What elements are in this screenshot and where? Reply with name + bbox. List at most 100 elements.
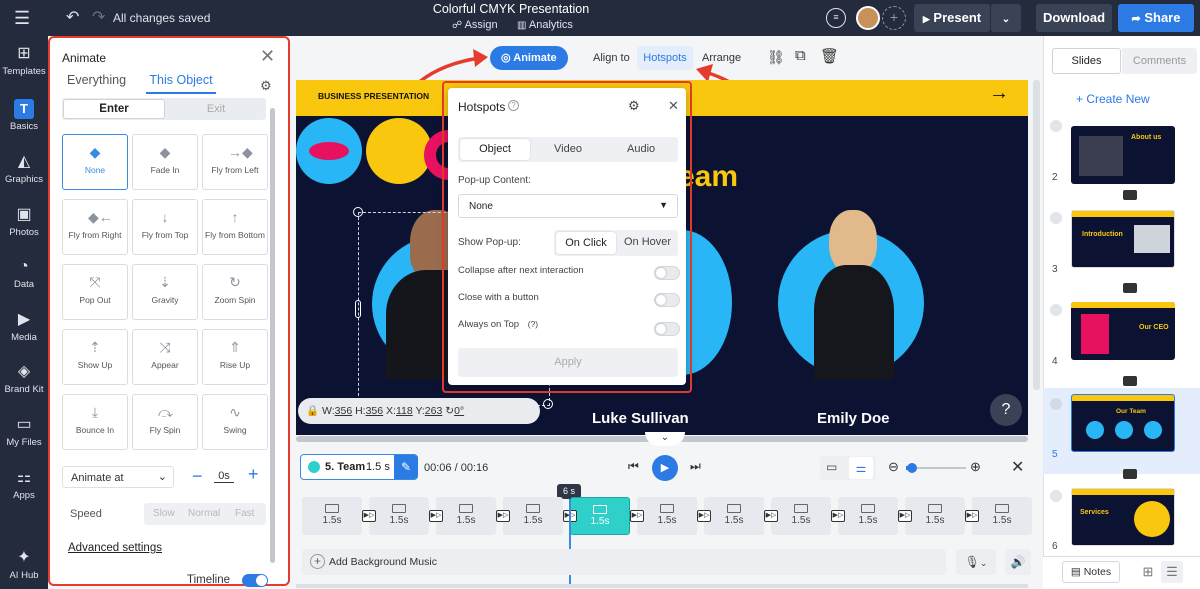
present-button[interactable]: ▶ Present <box>914 4 990 32</box>
rail-item-data[interactable]: ◔ Data <box>0 257 48 290</box>
slide-options-icon[interactable] <box>1050 304 1062 316</box>
timeline-clip[interactable]: 1.5s <box>503 497 563 535</box>
gear-icon[interactable]: ⚙ <box>628 98 640 114</box>
rail-item-my-files[interactable]: ▭ My Files <box>0 415 48 448</box>
slide-options-icon[interactable] <box>1050 212 1062 224</box>
grid-view-icon[interactable]: ⊞ <box>1137 561 1159 583</box>
effect-tile[interactable]: ◆← Fly from Right <box>62 199 128 255</box>
transition-icon[interactable]: ▶▷ <box>362 510 376 522</box>
transition-icon[interactable] <box>1123 283 1137 293</box>
popup-content-select[interactable]: None ▼ <box>458 194 678 218</box>
trash-icon[interactable]: 🗑 <box>820 47 839 65</box>
edit-scene-button[interactable]: ✎ <box>394 455 418 479</box>
tab-everything[interactable]: Everything <box>67 73 126 87</box>
tab-object[interactable]: Object <box>460 139 530 160</box>
effect-tile[interactable]: ∿ Swing <box>202 394 268 450</box>
minus-button[interactable]: − <box>192 466 203 487</box>
transition-icon[interactable]: ▶▷ <box>496 510 510 522</box>
rail-item-media[interactable]: ▶ Media <box>0 310 48 343</box>
rail-item-templates[interactable]: ⊞ Templates <box>0 44 48 77</box>
transition-icon[interactable]: ▶▷ <box>831 510 845 522</box>
timeline-clip[interactable]: 1.5s <box>436 497 496 535</box>
effect-tile[interactable]: ↻ Zoom Spin <box>202 264 268 320</box>
transition-icon[interactable]: ▶▷ <box>630 510 644 522</box>
apply-button[interactable]: Apply <box>458 348 678 377</box>
mode-enter[interactable]: Enter <box>63 99 165 119</box>
transition-icon[interactable]: ▶▷ <box>764 510 778 522</box>
effect-tile[interactable]: ⤨ Appear <box>132 329 198 385</box>
effect-tile[interactable]: ⤼ Fly Spin <box>132 394 198 450</box>
slide-options-icon[interactable] <box>1050 120 1062 132</box>
slide-options-icon[interactable] <box>1050 490 1062 502</box>
document-title[interactable]: Colorful CMYK Presentation <box>400 2 622 16</box>
transition-icon[interactable] <box>1123 376 1137 386</box>
tab-comments[interactable]: Comments <box>1122 48 1197 74</box>
microphone-button[interactable]: 🎙⌄ <box>956 549 996 575</box>
always-on-top-toggle[interactable] <box>654 322 680 336</box>
transition-icon[interactable]: ▶▷ <box>429 510 443 522</box>
speed-normal[interactable]: Normal <box>188 508 220 519</box>
effect-tile[interactable]: →◆ Fly from Left <box>202 134 268 190</box>
rail-item-brand-kit[interactable]: ◈ Brand Kit <box>0 362 48 395</box>
timeline-clip[interactable]: 1.5s <box>637 497 697 535</box>
speed-slow[interactable]: Slow <box>153 508 175 519</box>
avatar[interactable] <box>856 6 880 30</box>
rail-item-graphics[interactable]: ◭ Graphics <box>0 152 48 185</box>
slide-options-icon[interactable] <box>1050 398 1062 410</box>
effect-tile[interactable]: ⇣ Gravity <box>132 264 198 320</box>
x-value[interactable]: 118 <box>396 405 413 417</box>
present-options-button[interactable]: ⌄ <box>991 4 1021 32</box>
transition-icon[interactable]: ▶▷ <box>697 510 711 522</box>
effect-tile[interactable]: ⤧ Pop Out <box>62 264 128 320</box>
timeline-clip[interactable]: 1.5s <box>704 497 764 535</box>
timeline-toggle[interactable] <box>242 574 268 587</box>
tab-this-object[interactable]: This Object <box>146 73 216 94</box>
rail-item-basics[interactable]: T Basics <box>0 99 48 132</box>
zoom-in-icon[interactable]: ⊕ <box>970 459 981 475</box>
panel-scrollbar[interactable] <box>270 108 275 563</box>
info-icon[interactable]: ? <box>508 100 519 111</box>
transition-icon[interactable] <box>1123 469 1137 479</box>
zoom-out-icon[interactable]: ⊖ <box>888 459 899 475</box>
close-timeline-icon[interactable]: ✕ <box>1011 457 1024 477</box>
transition-icon[interactable]: ▶▷ <box>898 510 912 522</box>
close-with-button-toggle[interactable] <box>654 293 680 307</box>
slide-thumbnail[interactable]: Our CEO <box>1071 302 1175 360</box>
resize-handle[interactable] <box>543 399 553 409</box>
transition-icon[interactable] <box>1123 190 1137 200</box>
skip-forward-icon[interactable]: ⏭ <box>690 459 701 474</box>
background-music-bar[interactable]: + Add Background Music <box>302 549 946 575</box>
show-popup-on-click[interactable]: On Click <box>556 232 616 254</box>
timeline-clip[interactable]: 1.5s <box>771 497 831 535</box>
redo-icon[interactable]: ↷ <box>92 0 105 36</box>
comment-icon[interactable]: ≡ <box>826 8 846 28</box>
resize-handle[interactable] <box>353 207 363 217</box>
timeline-view-icon[interactable]: ⚌ <box>849 457 873 479</box>
effect-tile[interactable]: ◆ Fade In <box>132 134 198 190</box>
close-icon[interactable]: ✕ <box>668 98 679 114</box>
width-value[interactable]: 356 <box>335 405 353 417</box>
speed-fast[interactable]: Fast <box>235 508 254 519</box>
close-icon[interactable]: ✕ <box>260 46 275 67</box>
collapse-timeline-icon[interactable]: ⌄ <box>645 432 685 446</box>
zoom-slider-knob[interactable] <box>907 463 917 473</box>
rail-item-apps[interactable]: ⚏ Apps <box>0 468 48 501</box>
tab-video[interactable]: Video <box>554 143 582 155</box>
rail-item-ai-hub[interactable]: ✦ AI Hub <box>0 548 48 581</box>
effect-tile[interactable]: ⤓ Bounce In <box>62 394 128 450</box>
rail-item-photos[interactable]: ▣ Photos <box>0 205 48 238</box>
effect-tile[interactable]: ◆ None <box>62 134 128 190</box>
timeline-clip-active[interactable]: 1.5s <box>570 497 630 535</box>
tab-audio[interactable]: Audio <box>627 143 655 155</box>
timeline-clip[interactable]: 1.5s <box>972 497 1032 535</box>
effect-tile[interactable]: ↓ Fly from Top <box>132 199 198 255</box>
slide-thumbnail[interactable]: Introduction <box>1071 210 1175 268</box>
resize-handle[interactable] <box>355 300 361 318</box>
notes-button[interactable]: ▤ Notes <box>1062 561 1120 583</box>
effect-tile[interactable]: ⇡ Show Up <box>62 329 128 385</box>
tab-slides[interactable]: Slides <box>1052 48 1121 74</box>
undo-icon[interactable]: ↶ <box>66 0 79 36</box>
y-value[interactable]: 263 <box>425 405 443 417</box>
rotation-value[interactable]: 0° <box>454 405 464 417</box>
effect-tile[interactable]: ↑ Fly from Bottom <box>202 199 268 255</box>
